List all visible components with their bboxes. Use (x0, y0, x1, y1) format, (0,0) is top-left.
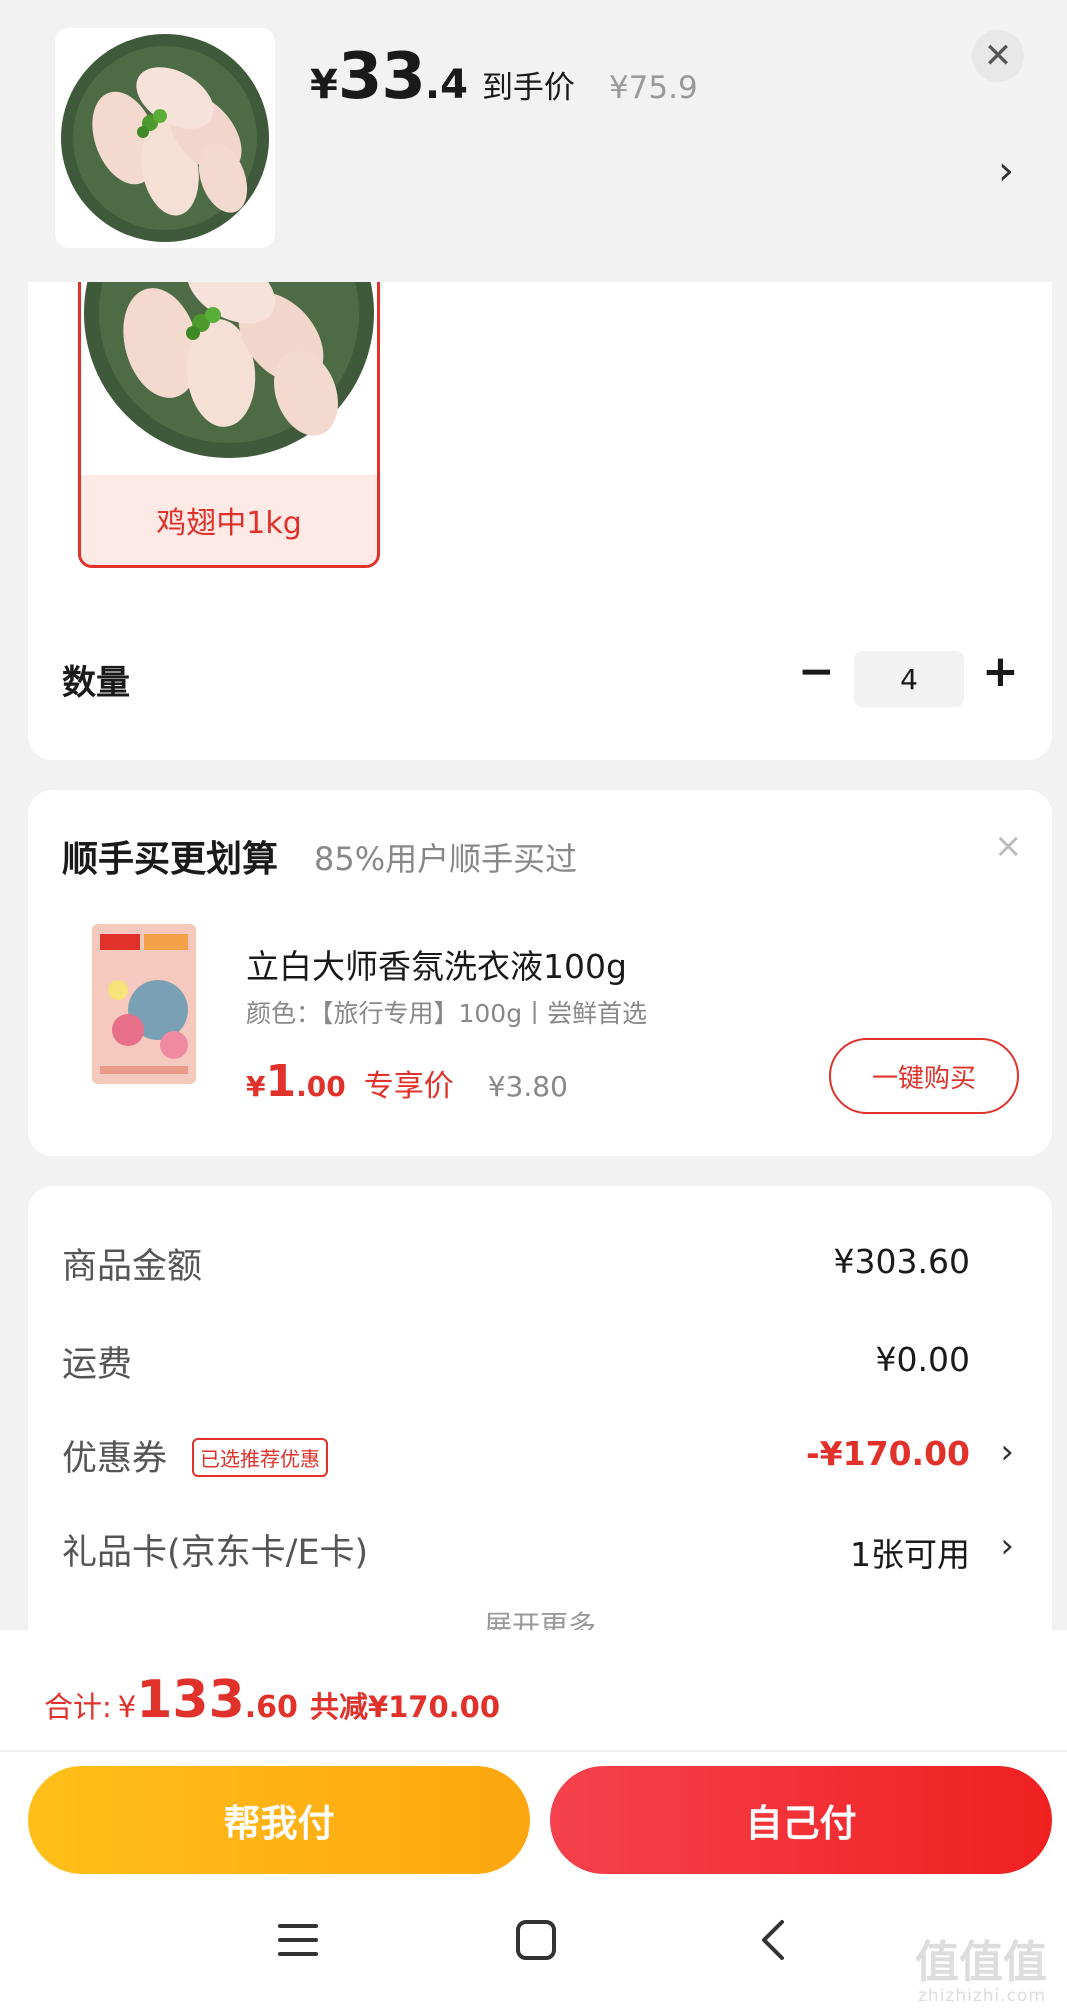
row-label: 商品金额 (62, 1247, 203, 1287)
chevron-right-icon[interactable]: › (1000, 1432, 1014, 1472)
chicken-wings-image (61, 34, 269, 242)
one-click-buy-button[interactable]: 一键购买 (829, 1038, 1019, 1114)
summary-row-shipping: 运费 ¥0.00 (62, 1336, 1042, 1386)
close-icon[interactable]: ✕ (972, 30, 1024, 82)
quantity-label: 数量 (62, 663, 130, 703)
currency-symbol: ¥ (246, 1070, 266, 1103)
sticky-product-header: ¥ 33 .4 到手价 ¥75.9 ✕ › (0, 0, 1067, 282)
summary-row-goods-amount: 商品金额 ¥303.60 (62, 1238, 1042, 1288)
upsell-card: 顺手买更划算 85%用户顺手买过 × 立白大师香氛洗衣液100g 颜色：【旅行专… (28, 790, 1052, 1156)
original-price: ¥75.9 (608, 70, 698, 106)
row-label: 优惠券 (62, 1439, 168, 1479)
variant-card: 鸡翅中1kg 数量 − 4 + (28, 230, 1052, 760)
summary-row-gift-card[interactable]: 礼品卡(京东卡/E卡) 1张可用 › (62, 1524, 1042, 1574)
quantity-minus-button[interactable]: − (798, 650, 835, 694)
upsell-close-icon[interactable]: × (994, 826, 1023, 866)
upsell-product-spec: 颜色：【旅行专用】100g丨尝鲜首选 (246, 999, 648, 1028)
row-label: 礼品卡(京东卡/E卡) (62, 1533, 369, 1573)
currency-symbol: ¥ (310, 62, 338, 108)
final-price-label: 到手价 (481, 70, 575, 106)
upsell-subtitle: 85%用户顺手买过 (314, 840, 578, 878)
watermark-site: zhizhizhi.com (918, 1986, 1046, 2006)
order-total: 合计: ¥ 133 .60 共减¥170.00 (44, 1670, 500, 1730)
watermark-logo: 值值值 (915, 1937, 1047, 1988)
bottom-action-bar: 合计: ¥ 133 .60 共减¥170.00 帮我付 自己付 值值值 zhiz… (0, 1630, 1067, 2016)
chevron-right-icon[interactable]: › (998, 148, 1014, 194)
total-decimal: .60 (244, 1690, 298, 1725)
price-integer: 1 (265, 1056, 297, 1107)
quantity-plus-button[interactable]: + (982, 650, 1019, 694)
total-saved: 共减¥170.00 (309, 1690, 501, 1724)
order-summary-card: 商品金额 ¥303.60 运费 ¥0.00 优惠券 已选推荐优惠 -¥170.0… (28, 1186, 1052, 1646)
detergent-product-image[interactable] (88, 920, 200, 1088)
divider (0, 1750, 1067, 1752)
variant-label: 鸡翅中1kg (81, 475, 377, 565)
exclusive-price-tag: 专享价 (363, 1069, 454, 1104)
header-price: ¥ 33 .4 到手价 ¥75.9 (310, 40, 698, 114)
home-icon[interactable] (506, 1910, 566, 1970)
upsell-title: 顺手买更划算 (62, 839, 279, 880)
menu-icon[interactable] (268, 1910, 328, 1970)
row-value: ¥0.00 (875, 1340, 970, 1379)
upsell-product-name[interactable]: 立白大师香氛洗衣液100g (246, 940, 627, 988)
coupon-applied-badge: 已选推荐优惠 (192, 1438, 328, 1477)
chevron-right-icon[interactable]: › (1000, 1526, 1014, 1566)
row-value: ¥303.60 (833, 1242, 970, 1281)
upsell-price: ¥ 1 .00 专享价 ¥3.80 (246, 1056, 568, 1107)
help-me-pay-button[interactable]: 帮我付 (28, 1766, 530, 1874)
total-label: 合计: (44, 1690, 112, 1724)
upsell-original-price: ¥3.80 (487, 1070, 568, 1103)
price-integer: 33 (337, 40, 426, 114)
back-icon[interactable] (744, 1910, 804, 1970)
row-value: -¥170.00 (805, 1434, 970, 1473)
price-decimal: .4 (424, 62, 468, 108)
total-integer: 133 (136, 1670, 245, 1730)
row-value: 1张可用 (850, 1535, 970, 1574)
currency-symbol: ¥ (117, 1690, 137, 1724)
row-label: 运费 (62, 1345, 133, 1385)
pay-myself-button[interactable]: 自己付 (550, 1766, 1052, 1874)
quantity-input[interactable]: 4 (854, 651, 964, 707)
summary-row-coupon[interactable]: 优惠券 已选推荐优惠 -¥170.00 › (62, 1430, 1042, 1480)
product-thumbnail[interactable] (55, 28, 275, 248)
price-decimal: .00 (296, 1070, 346, 1103)
